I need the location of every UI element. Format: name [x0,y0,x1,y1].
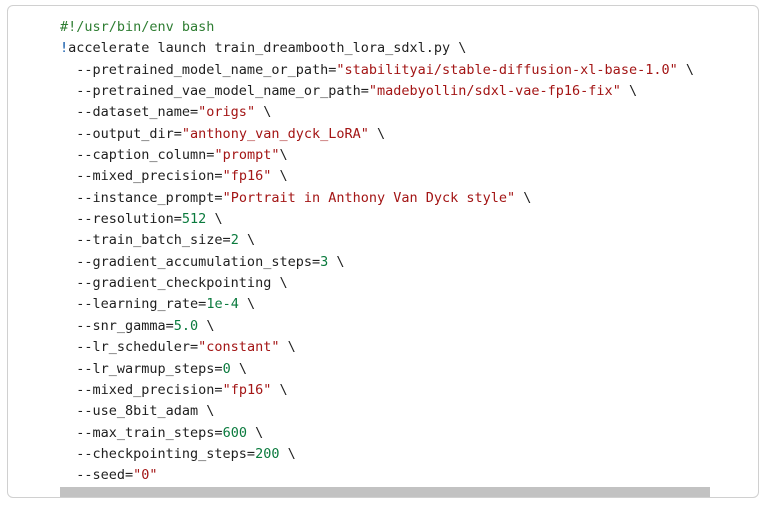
code-token-str: "Portrait in Anthony Van Dyck style" [222,189,516,206]
code-token-str: "madebyollin/sdxl-vae-fp16-fix" [368,83,621,100]
code-line: --max_train_steps=600 \ [60,423,694,444]
code-token-plain: --caption_column= [60,147,215,164]
code-token-plain: \ [279,339,296,356]
code-token-num: 3 [320,253,329,270]
code-token-plain: \ [198,317,215,334]
code-line: --gradient_accumulation_steps=3 \ [60,252,694,273]
code-token-str: "0" [133,467,158,484]
code-line: #!/usr/bin/env bash [60,17,694,38]
code-line: --pretrained_vae_model_name_or_path="mad… [60,81,694,102]
code-line: --checkpointing_steps=200 \ [60,444,694,465]
code-line: !accelerate launch train_dreambooth_lora… [60,38,694,59]
code-token-num: 5.0 [173,317,199,334]
code-line: --seed="0" [60,465,694,486]
code-token-plain: --gradient_accumulation_steps= [60,253,321,270]
code-token-plain: --checkpointing_steps= [60,445,256,462]
code-line: --resolution=512 \ [60,209,694,230]
code-token-plain: --pretrained_vae_model_name_or_path= [60,83,369,100]
code-token-plain: --lr_scheduler= [60,339,199,356]
code-token-bang: ! [60,40,69,57]
code-token-plain: \ [238,296,256,313]
code-token-plain: --output_dir= [60,125,182,142]
code-token-num: 2 [230,232,239,249]
code-token-plain: \ [230,360,247,377]
code-token-plain: --train_batch_size= [60,232,231,249]
code-line: --use_8bit_adam \ [60,401,694,422]
code-token-plain: accelerate launch train_dreambooth_lora_… [68,40,467,57]
code-token-plain: \ [328,253,345,270]
code-token-plain: --learning_rate= [60,296,207,313]
horizontal-scrollbar[interactable] [60,487,710,497]
code-token-plain: \ [515,189,532,206]
code-token-num: 0 [222,360,231,377]
code-token-plain: --snr_gamma= [60,317,174,334]
code-token-plain: \ [238,232,256,249]
code-line: --output_dir="anthony_van_dyck_LoRA" \ [60,124,694,145]
code-line: --caption_column="prompt"\ [60,145,694,166]
code-token-plain: \ [271,168,288,185]
code-token-plain: \ [255,104,272,121]
code-token-str: "constant" [198,339,280,356]
code-token-plain: --instance_prompt= [60,189,223,206]
code-token-plain: --dataset_name= [60,104,199,121]
code-token-plain: --mixed_precision= [60,168,223,185]
code-line: --lr_warmup_steps=0 \ [60,359,694,380]
code-token-num: 512 [181,211,207,228]
code-token-num: 600 [222,424,247,441]
code-token-str: "prompt" [214,147,280,164]
code-token-plain: --resolution= [60,211,182,228]
code-token-num: 1e-4 [206,296,239,313]
code-block[interactable]: #!/usr/bin/env bash !accelerate launch tr… [60,17,694,487]
code-token-str: "fp16" [222,168,272,185]
code-token-comment: #!/usr/bin/env bash [60,19,215,35]
code-token-plain: \ [368,125,386,142]
code-token-plain: \ [206,211,223,228]
code-token-plain: \ [279,147,288,164]
code-token-plain: --mixed_precision= [60,381,223,398]
code-token-plain: \ [246,424,264,441]
code-line: --mixed_precision="fp16" \ [60,166,694,187]
code-token-plain: \ [279,445,296,462]
code-token-plain: \ [271,381,288,398]
code-token-plain: --use_8bit_adam \ [60,403,215,420]
code-line: --gradient_checkpointing \ [60,273,694,294]
code-line: --instance_prompt="Portrait in Anthony V… [60,188,694,209]
code-token-plain: \ [620,83,638,100]
code-token-plain: --gradient_checkpointing \ [60,275,288,292]
code-line: --learning_rate=1e-4 \ [60,294,694,315]
code-cell[interactable]: #!/usr/bin/env bash !accelerate launch tr… [7,5,759,498]
code-token-plain: --lr_warmup_steps= [60,360,223,377]
code-token-plain: \ [677,61,694,78]
code-token-plain: --max_train_steps= [60,424,223,441]
code-line: --snr_gamma=5.0 \ [60,316,694,337]
code-line: --mixed_precision="fp16" \ [60,380,694,401]
code-token-str: "stabilityai/stable-diffusion-xl-base-1.… [336,61,678,78]
code-line: --train_batch_size=2 \ [60,230,694,251]
code-line: --dataset_name="origs" \ [60,102,694,123]
code-line: --pretrained_model_name_or_path="stabili… [60,60,694,81]
code-token-num: 200 [255,445,280,462]
code-token-str: "fp16" [222,381,272,398]
code-token-str: "anthony_van_dyck_LoRA" [181,125,369,142]
code-token-plain: --seed= [60,467,134,484]
code-token-plain: --pretrained_model_name_or_path= [60,61,337,78]
code-token-str: "origs" [198,104,256,121]
code-line: --lr_scheduler="constant" \ [60,337,694,358]
